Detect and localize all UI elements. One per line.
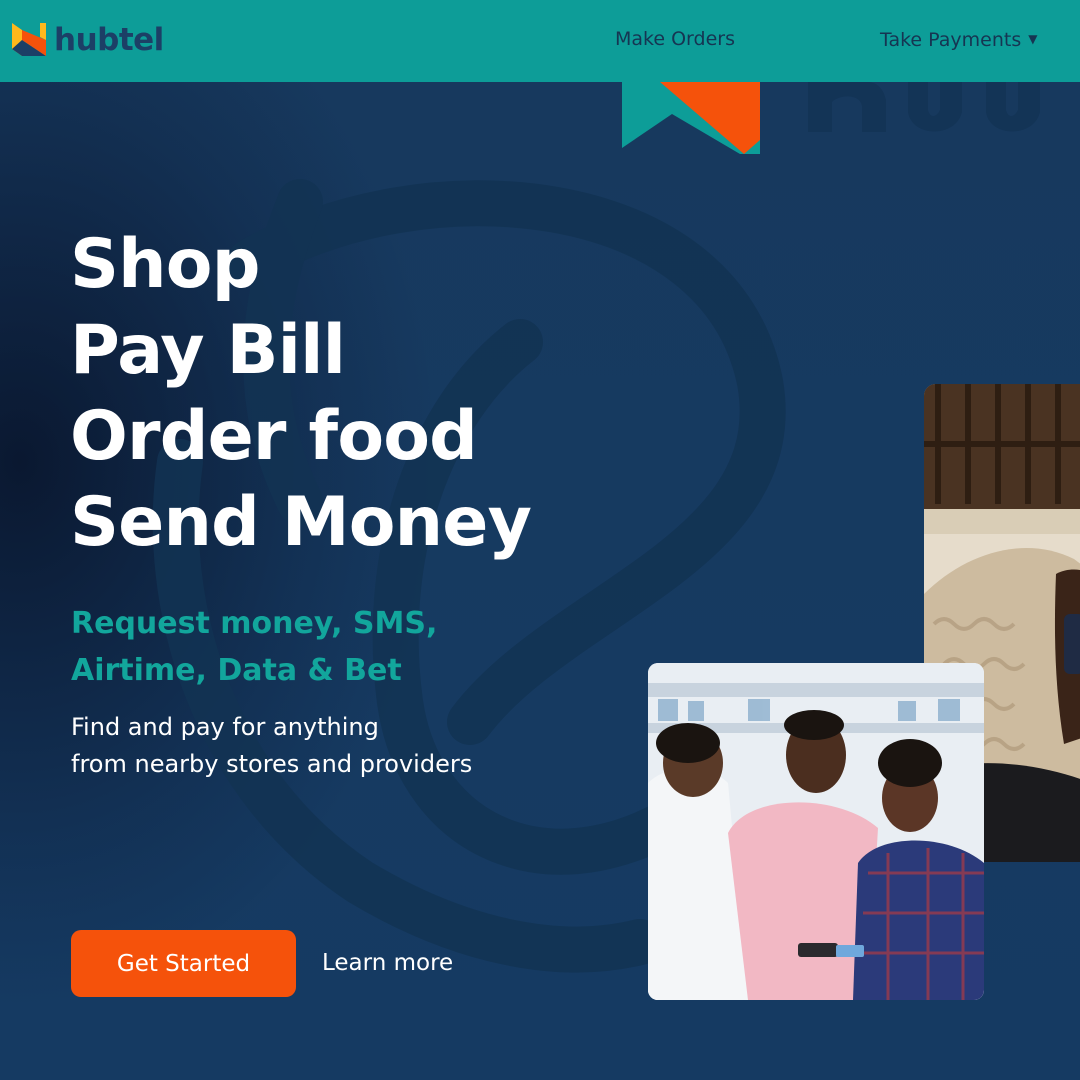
headline-line-order-food: Order food <box>70 397 478 476</box>
nav-take-payments-label: Take Payments <box>880 29 1022 51</box>
nav-make-orders[interactable]: Make Orders <box>615 26 735 52</box>
headline-line-shop: Shop <box>70 225 260 304</box>
hero-headline: Shop Pay Bill Order food Send Money <box>70 222 532 566</box>
brand-name: hubtel <box>54 22 164 58</box>
brand-logo-link[interactable]: hubtel <box>10 20 164 60</box>
top-navbar: hubtel Make Orders Take Payments ▼ <box>0 0 1080 82</box>
subheading-line-1: Request money, SMS, <box>71 606 438 641</box>
description-line-2: from nearby stores and providers <box>71 750 473 778</box>
hero-section: Shop Pay Bill Order food Send Money Requ… <box>0 82 1080 1080</box>
pharmacy-customers-photo <box>648 663 984 1000</box>
hero-subheading: Request money, SMS, Airtime, Data & Bet <box>71 600 437 694</box>
caret-down-icon: ▼ <box>1028 32 1038 46</box>
learn-more-link[interactable]: Learn more <box>322 947 453 979</box>
get-started-button[interactable]: Get Started <box>71 930 296 997</box>
hero-description: Find and pay for anything from nearby st… <box>71 709 472 783</box>
subheading-line-2: Airtime, Data & Bet <box>71 653 402 688</box>
hubtel-logo-icon <box>12 23 46 56</box>
nav-take-payments-dropdown[interactable]: Take Payments ▼ <box>880 26 1037 53</box>
headline-line-pay-bill: Pay Bill <box>70 311 346 390</box>
description-line-1: Find and pay for anything <box>71 713 379 741</box>
headline-line-send-money: Send Money <box>70 483 532 562</box>
nav-make-orders-label: Make Orders <box>615 28 735 50</box>
